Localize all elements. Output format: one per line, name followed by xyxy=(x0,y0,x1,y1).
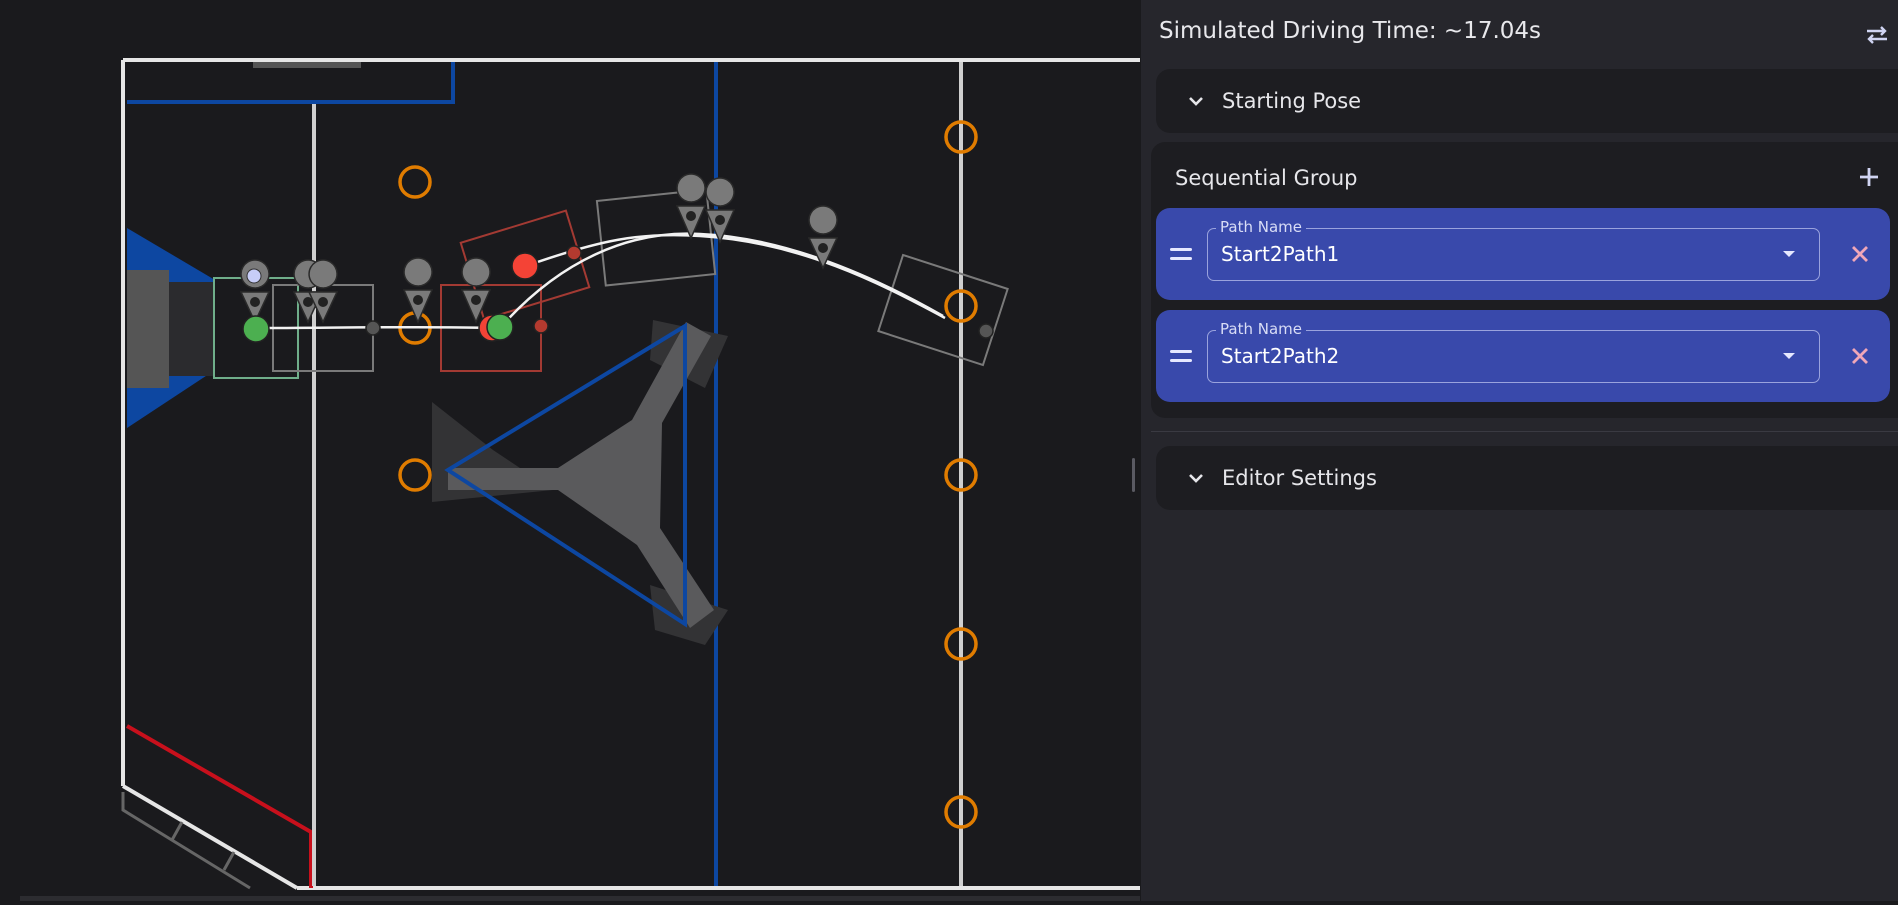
field-element-top xyxy=(253,62,361,68)
field-wall-bracing xyxy=(121,792,251,890)
blue-subwoofer xyxy=(127,228,215,428)
editor-settings-section[interactable]: Editor Settings xyxy=(1156,446,1898,510)
chevron-down-icon[interactable] xyxy=(1178,96,1214,106)
close-icon[interactable] xyxy=(1842,338,1878,374)
path-name-value[interactable]: Start2Path1 xyxy=(1221,242,1339,266)
red-zone-line xyxy=(126,724,313,888)
robot-paths xyxy=(255,232,946,330)
path-command-item[interactable]: Path Name Start2Path1 xyxy=(1156,208,1890,300)
drag-handle-icon[interactable] xyxy=(1166,236,1196,272)
editor-settings-label: Editor Settings xyxy=(1222,466,1377,490)
path-command-item[interactable]: Path Name Start2Path2 xyxy=(1156,310,1890,402)
field-map[interactable] xyxy=(0,0,1140,901)
stage xyxy=(432,320,728,645)
drag-handle-icon[interactable] xyxy=(1166,338,1196,374)
swap-icon[interactable] xyxy=(1860,18,1894,52)
starting-pose-section[interactable]: Starting Pose xyxy=(1156,69,1898,133)
close-icon[interactable] xyxy=(1842,236,1878,272)
waypoint-pins[interactable] xyxy=(239,173,839,324)
chevron-down-icon[interactable] xyxy=(1178,473,1214,483)
panel-splitter-handle[interactable] xyxy=(1132,458,1135,492)
section-divider xyxy=(1151,431,1898,432)
dropdown-arrow-icon[interactable] xyxy=(1783,251,1795,257)
starting-pose-label: Starting Pose xyxy=(1222,89,1362,113)
horizontal-scrollbar[interactable] xyxy=(20,896,1140,901)
sequential-group-section: Sequential Group Path Name Start2Path1 P… xyxy=(1151,142,1898,418)
side-panel: Simulated Driving Time: ~17.04s Starting… xyxy=(1141,0,1898,901)
plus-icon[interactable] xyxy=(1852,160,1886,194)
path-name-label: Path Name xyxy=(1216,320,1306,338)
path-name-value[interactable]: Start2Path2 xyxy=(1221,344,1339,368)
path-name-field[interactable]: Path Name Start2Path2 xyxy=(1207,320,1820,383)
simulated-driving-time: Simulated Driving Time: ~17.04s xyxy=(1159,18,1542,44)
dropdown-arrow-icon[interactable] xyxy=(1783,353,1795,359)
path-name-field[interactable]: Path Name Start2Path1 xyxy=(1207,218,1820,281)
sequential-group-label: Sequential Group xyxy=(1175,166,1358,190)
field-canvas[interactable] xyxy=(0,0,1140,901)
path-name-label: Path Name xyxy=(1216,218,1306,236)
